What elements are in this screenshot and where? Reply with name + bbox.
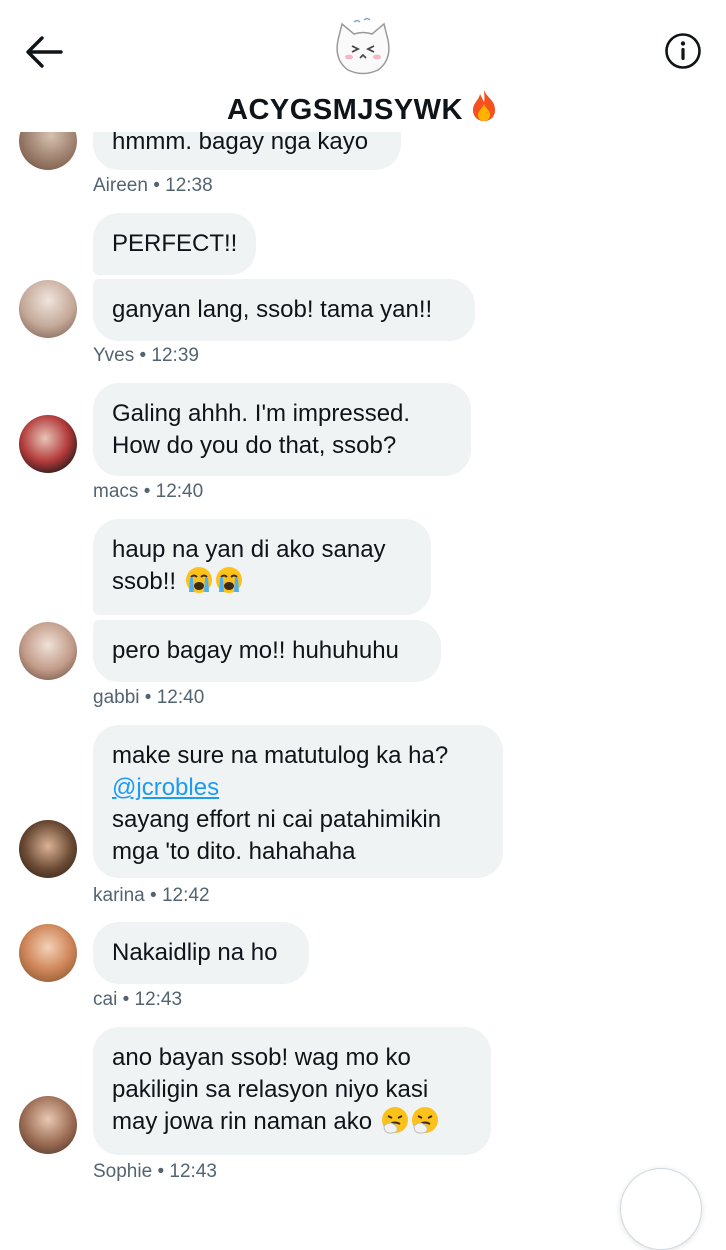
- timestamp: 12:40: [156, 687, 205, 708]
- sender-name: Sophie: [93, 1161, 153, 1182]
- message-bubble[interactable]: make sure na matutulog ka ha? @jcrobles …: [93, 725, 503, 878]
- sneezing-face-emoji: [381, 1106, 409, 1134]
- message-feed[interactable]: hmmm. bagay nga kayo Aireen • 12:38 PERF…: [0, 0, 726, 1200]
- cat-face-avatar: [336, 17, 390, 75]
- sender-name: cai: [93, 989, 118, 1010]
- message-meta: Yves • 12:39: [93, 345, 199, 366]
- message-meta: macs • 12:40: [93, 481, 204, 502]
- avatar-sophie[interactable]: [19, 1096, 77, 1154]
- arrow-left-icon: [26, 36, 63, 68]
- timestamp: 12:40: [155, 481, 204, 502]
- info-button[interactable]: [664, 32, 702, 70]
- timestamp: 12:39: [151, 345, 199, 366]
- message-bubble[interactable]: pero bagay mo!! huhuhuhu: [93, 620, 441, 682]
- message-bubble[interactable]: Nakaidlip na ho: [93, 922, 309, 984]
- avatar-gabbi[interactable]: [19, 622, 77, 680]
- message-meta: Aireen • 12:38: [93, 175, 213, 196]
- conversation-header: ACYGSMJSYWK: [0, 0, 726, 132]
- message-bubble[interactable]: ano bayan ssob! wag mo ko pakiligin sa r…: [93, 1027, 491, 1155]
- loudly-crying-emoji: [215, 566, 243, 594]
- message-bubble[interactable]: Galing ahhh. I'm impressed. How do you d…: [93, 383, 471, 476]
- message-meta: cai • 12:43: [93, 989, 183, 1010]
- sender-name: karina: [93, 885, 145, 906]
- sender-name: Yves: [93, 345, 135, 366]
- timestamp: 12:38: [165, 175, 213, 196]
- mention-link[interactable]: @jcrobles: [112, 774, 219, 801]
- message-bubble[interactable]: haup na yan di ako sanay ssob!!: [93, 519, 431, 615]
- back-button[interactable]: [24, 34, 64, 70]
- sender-name: macs: [93, 481, 139, 502]
- message-meta: gabbi • 12:40: [93, 687, 205, 708]
- avatar-yves[interactable]: [19, 280, 77, 338]
- group-avatar[interactable]: [330, 16, 396, 78]
- message-meta: Sophie • 12:43: [93, 1161, 217, 1182]
- conversation-title: ACYGSMJSYWK: [0, 88, 726, 130]
- info-icon: [665, 33, 701, 69]
- avatar-karina[interactable]: [19, 820, 77, 878]
- timestamp: 12:43: [134, 989, 183, 1010]
- avatar-cai[interactable]: [19, 924, 77, 982]
- fire-emoji: [469, 88, 499, 130]
- message-bubble[interactable]: ganyan lang, ssob! tama yan!!: [93, 279, 475, 341]
- timestamp: 12:42: [161, 885, 210, 906]
- message-bubble[interactable]: PERFECT!!: [93, 213, 256, 275]
- avatar-macs[interactable]: [19, 415, 77, 473]
- scroll-down-button[interactable]: [620, 1168, 702, 1250]
- sneezing-face-emoji: [411, 1106, 439, 1134]
- timestamp: 12:43: [169, 1161, 217, 1182]
- sender-name: gabbi: [93, 687, 140, 708]
- loudly-crying-emoji: [185, 566, 213, 594]
- sender-name: Aireen: [93, 175, 148, 196]
- message-meta: karina • 12:42: [93, 885, 210, 906]
